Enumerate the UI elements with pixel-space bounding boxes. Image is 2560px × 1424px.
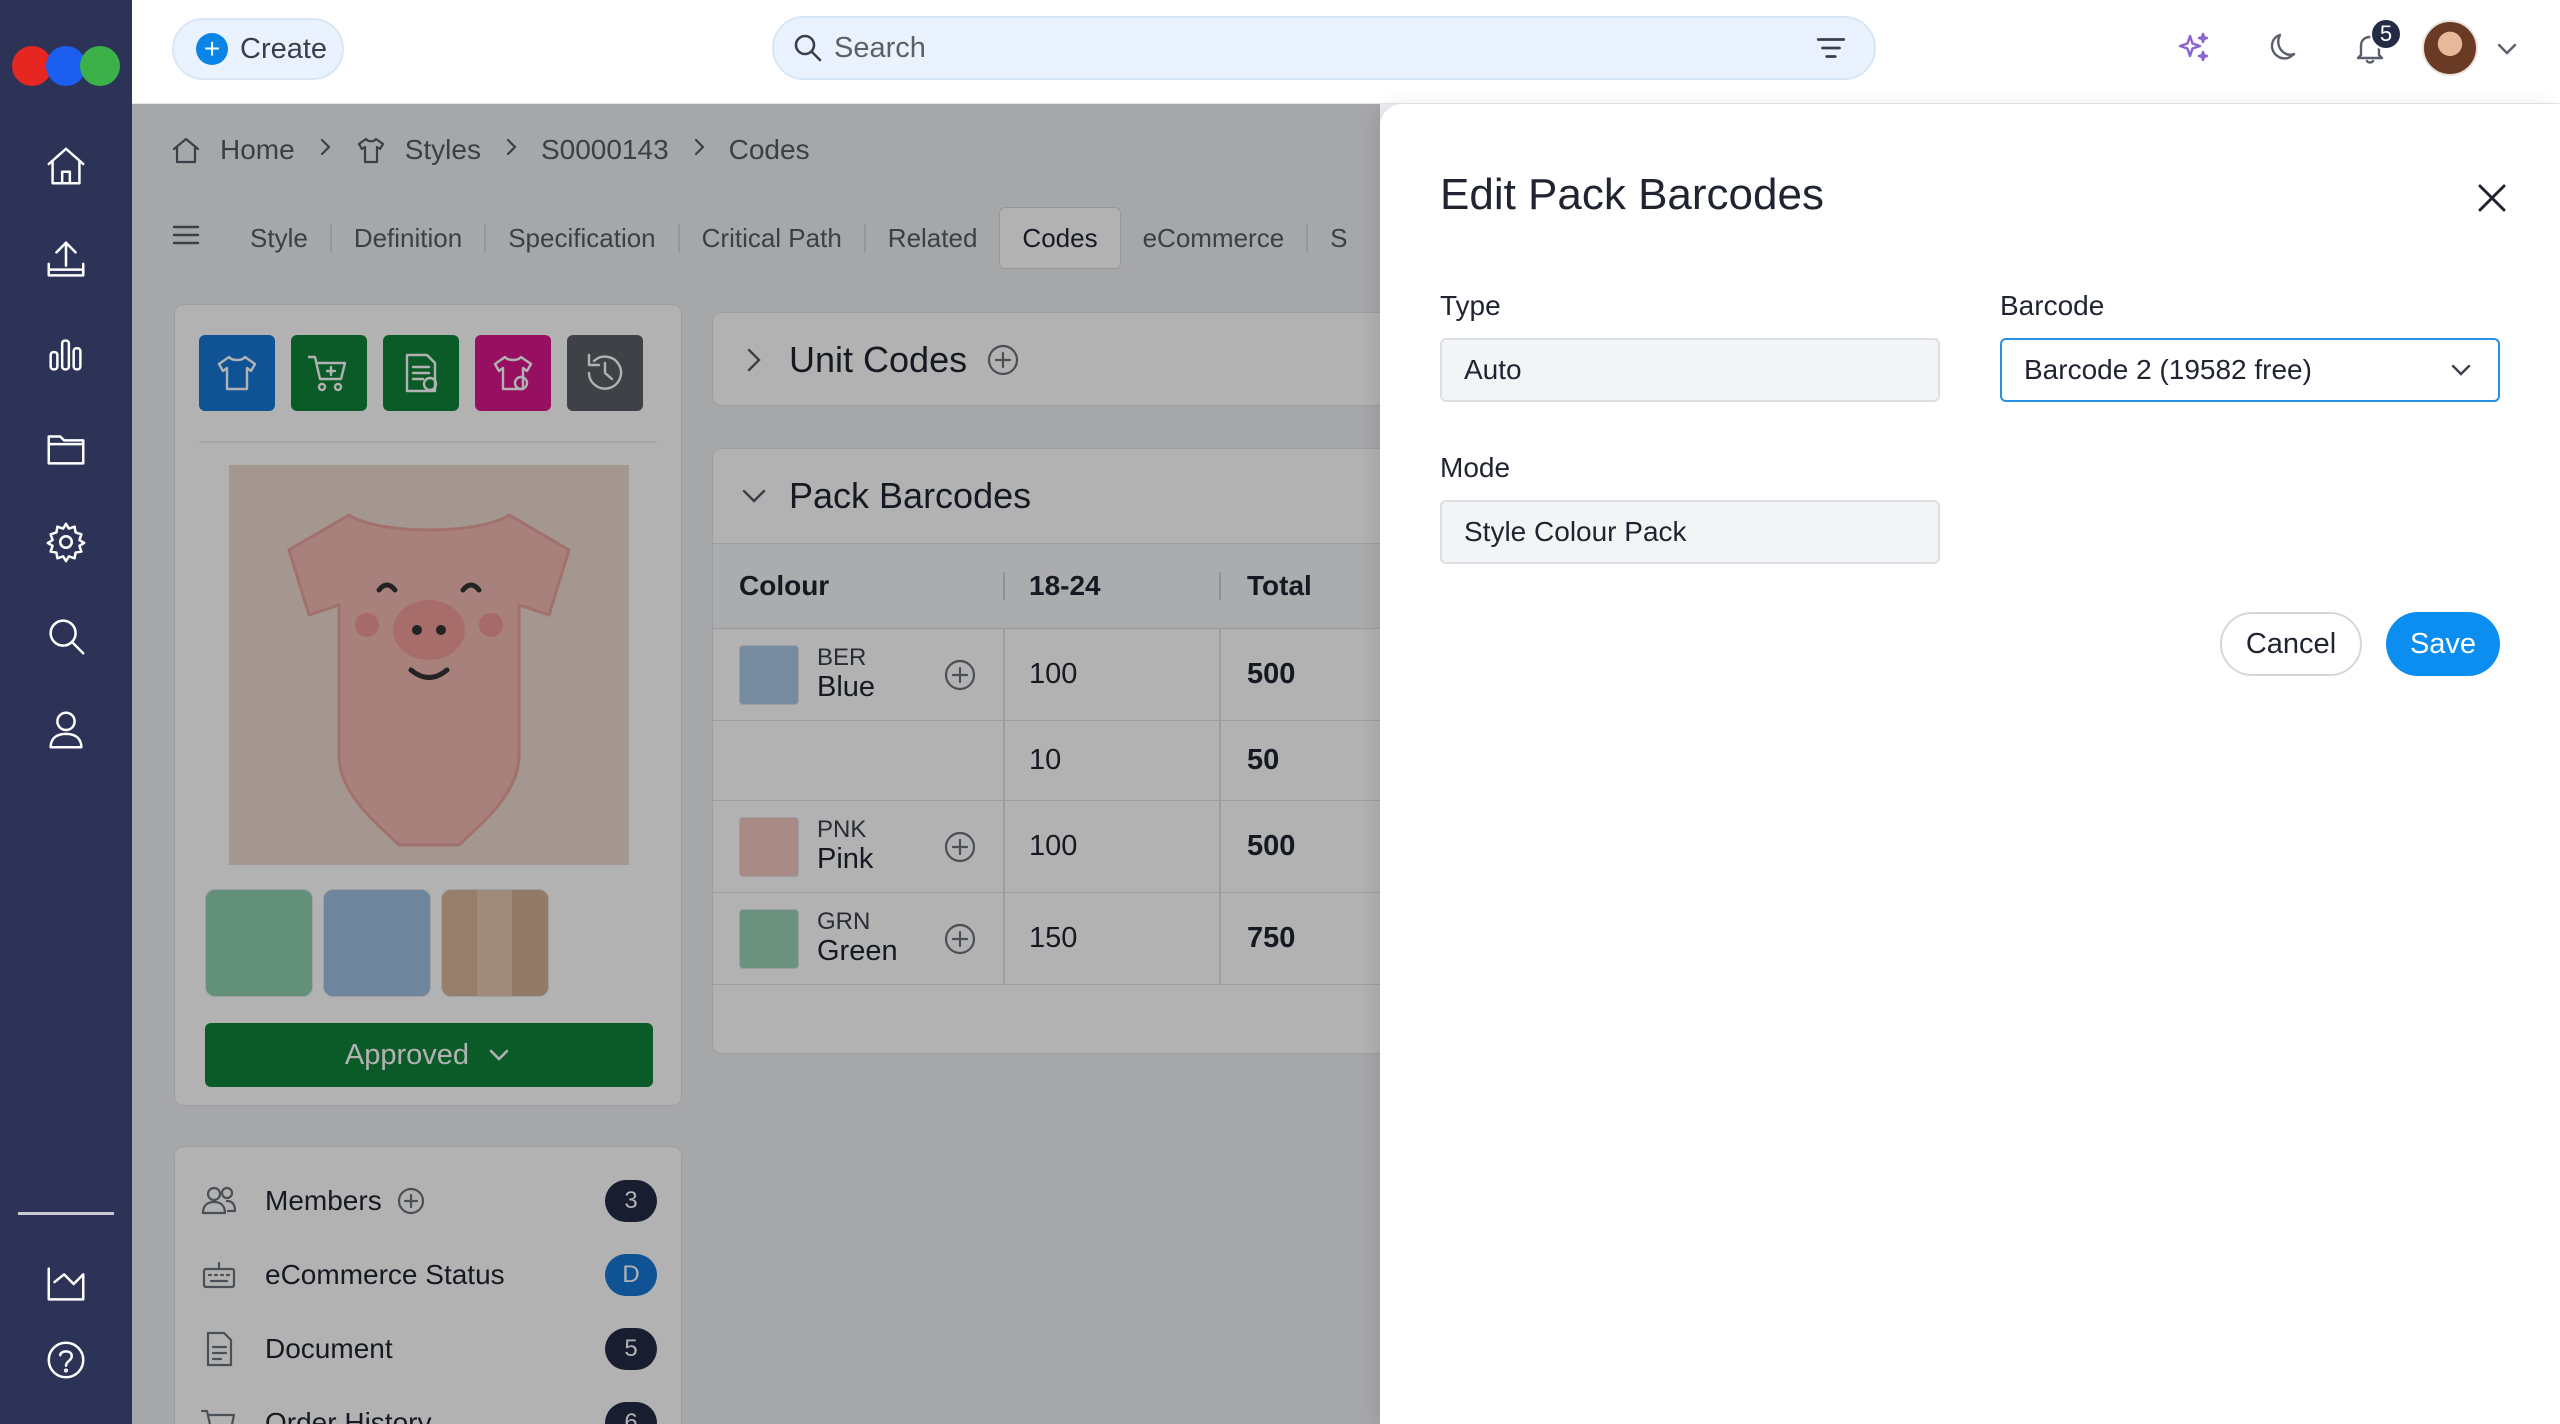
filter-icon[interactable] <box>1814 31 1848 65</box>
notifications-badge: 5 <box>2370 18 2402 50</box>
chevron-down-icon <box>2451 364 2471 376</box>
home-icon[interactable] <box>36 136 96 196</box>
barcode-select[interactable]: Barcode 2 (19582 free) <box>2000 338 2500 402</box>
chevron-down-icon[interactable] <box>2492 34 2522 64</box>
settings-icon[interactable] <box>36 512 96 572</box>
type-value: Auto <box>1464 354 1522 385</box>
upload-icon[interactable] <box>36 230 96 290</box>
search-icon[interactable] <box>36 606 96 666</box>
search-bar[interactable] <box>772 16 1876 80</box>
plus-icon: + <box>196 33 228 65</box>
barcode-value: Barcode 2 (19582 free) <box>2024 354 2312 385</box>
reports-icon[interactable] <box>36 1254 96 1314</box>
avatar[interactable] <box>2422 20 2478 76</box>
search-icon <box>794 34 822 62</box>
analytics-icon[interactable] <box>36 324 96 384</box>
app-logo[interactable] <box>12 40 120 92</box>
nav-divider <box>18 1212 114 1215</box>
notifications-icon[interactable]: 5 <box>2344 18 2402 74</box>
top-header: + Create 5 <box>132 0 2560 104</box>
help-icon[interactable] <box>36 1330 96 1390</box>
drawer-title: Edit Pack Barcodes <box>1440 170 1824 219</box>
create-label: Create <box>240 32 328 65</box>
mode-value: Style Colour Pack <box>1464 516 1687 547</box>
search-input[interactable] <box>834 31 1814 65</box>
close-icon[interactable] <box>2464 170 2520 226</box>
mode-field: Style Colour Pack <box>1440 500 1940 564</box>
dark-mode-icon[interactable] <box>2256 22 2308 74</box>
edit-pack-barcodes-drawer: Edit Pack Barcodes Type Auto Barcode Bar… <box>1380 104 2560 1424</box>
save-button[interactable]: Save <box>2386 612 2500 676</box>
cancel-button[interactable]: Cancel <box>2220 612 2362 676</box>
barcode-label: Barcode <box>2000 290 2105 321</box>
type-field: Auto <box>1440 338 1940 402</box>
ai-sparkle-icon[interactable] <box>2168 22 2220 74</box>
folder-icon[interactable] <box>36 418 96 478</box>
type-label: Type <box>1440 290 1501 321</box>
modal-backdrop[interactable] <box>132 104 1380 1424</box>
left-nav <box>0 0 132 1424</box>
mode-label: Mode <box>1440 452 1511 483</box>
user-icon[interactable] <box>36 700 96 760</box>
create-button[interactable]: + Create <box>172 18 344 80</box>
